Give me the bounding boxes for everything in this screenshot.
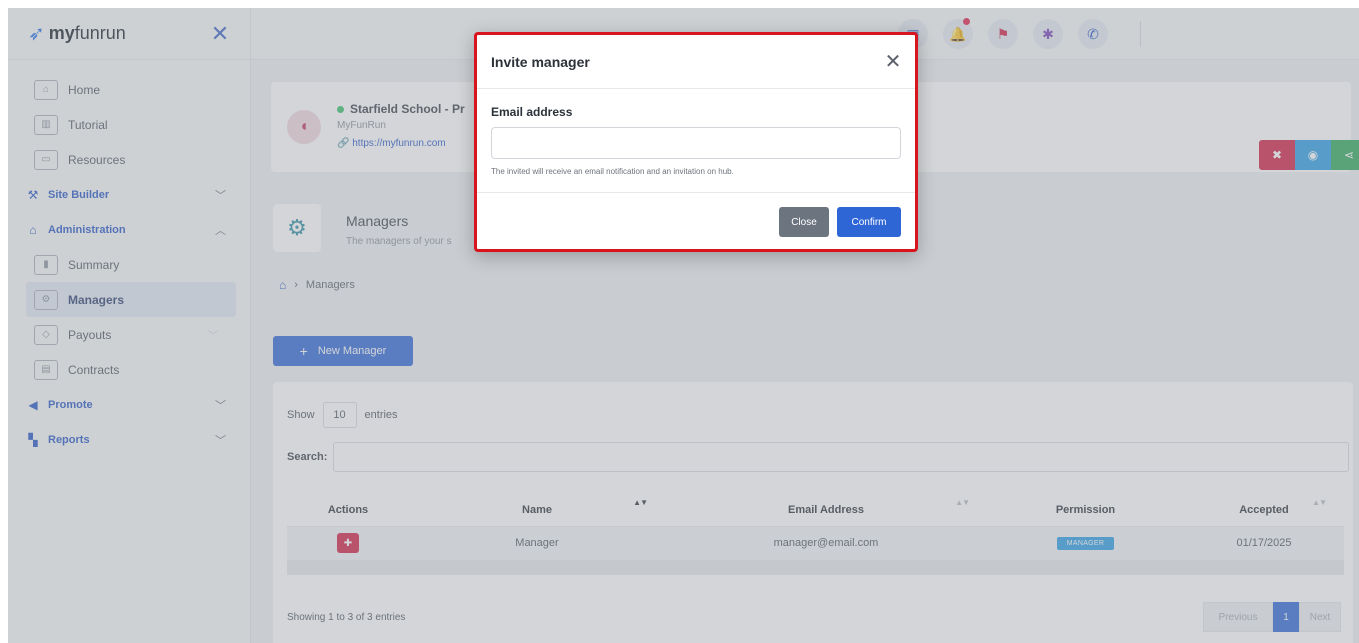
app-window: ➶ my funrun ✕ ⌂ Home ▥ Tutorial ▭ Resourc… [8, 8, 1359, 643]
modal-header: Invite manager ✕ [477, 35, 915, 89]
modal-title: Invite manager [491, 53, 590, 70]
email-field[interactable] [491, 127, 901, 159]
close-button[interactable]: Close [779, 207, 829, 237]
email-field-label: Email address [491, 105, 573, 119]
modal-footer: Close Confirm [477, 193, 915, 249]
close-icon[interactable]: ✕ [881, 49, 905, 73]
modal-body: Email address The invited will receive a… [477, 89, 915, 193]
confirm-button[interactable]: Confirm [837, 207, 901, 237]
invite-manager-modal: Invite manager ✕ Email address The invit… [474, 32, 918, 252]
email-help-text: The invited will receive an email notifi… [491, 167, 734, 176]
